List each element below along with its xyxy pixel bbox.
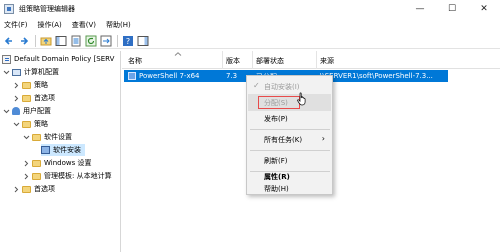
console-tree: Default Domain Policy [SERV 计算机配置 策略 首选项… bbox=[0, 51, 121, 252]
column-header-source[interactable]: 来源 bbox=[320, 56, 334, 66]
menu-item-refresh[interactable]: 刷新(F) bbox=[248, 152, 331, 169]
up-folder-icon[interactable] bbox=[39, 34, 53, 48]
tree-item-software-install[interactable]: 软件安装 bbox=[41, 144, 85, 156]
chevron-right-icon[interactable] bbox=[12, 81, 20, 89]
column-divider[interactable] bbox=[316, 51, 317, 69]
gpo-editor-app-icon bbox=[4, 3, 14, 14]
chevron-down-icon[interactable] bbox=[2, 68, 10, 76]
checkmark-icon: ✓ bbox=[253, 81, 260, 90]
tree-item-admin-templates[interactable]: 管理模板: 从本地计算 bbox=[22, 170, 112, 182]
help-icon[interactable]: ? bbox=[121, 34, 135, 48]
window-title: 组策略管理编辑器 bbox=[19, 4, 75, 13]
toolbar-separator bbox=[35, 34, 36, 47]
menu-action[interactable]: 操作(A) bbox=[38, 20, 62, 30]
tree-item-label: 软件安装 bbox=[53, 146, 81, 154]
folder-icon bbox=[32, 159, 41, 167]
tree-item-label: 用户配置 bbox=[23, 107, 51, 115]
folder-icon bbox=[32, 133, 41, 141]
chevron-right-icon[interactable] bbox=[22, 159, 30, 167]
tree-item-software-settings[interactable]: 软件设置 bbox=[22, 131, 72, 143]
cell-name: PowerShell 7-x64 bbox=[139, 72, 200, 80]
tree-item-label: 策略 bbox=[34, 120, 48, 128]
properties-sheet-icon[interactable] bbox=[69, 34, 83, 48]
export-list-icon[interactable] bbox=[99, 34, 113, 48]
menu-item-auto-install[interactable]: ✓ 自动安装(I) bbox=[248, 78, 331, 95]
submenu-arrow-icon: › bbox=[321, 134, 325, 143]
menu-help[interactable]: 帮助(H) bbox=[106, 20, 131, 30]
chevron-down-icon[interactable] bbox=[12, 120, 20, 128]
tree-item-computer-config[interactable]: 计算机配置 bbox=[2, 66, 59, 78]
software-package-icon bbox=[41, 146, 50, 154]
toolbar: ? bbox=[0, 33, 500, 49]
folder-icon bbox=[22, 120, 31, 128]
tree-item-user-policies[interactable]: 策略 bbox=[12, 118, 48, 130]
back-arrow-icon[interactable] bbox=[2, 34, 16, 48]
menu-item-all-tasks[interactable]: 所有任务(K) › bbox=[248, 131, 331, 148]
forward-arrow-icon[interactable] bbox=[17, 34, 31, 48]
tree-item-computer-policies[interactable]: 策略 bbox=[12, 79, 48, 91]
tree-item-root[interactable]: Default Domain Policy [SERV bbox=[2, 53, 114, 65]
folder-icon bbox=[22, 94, 31, 102]
folder-icon bbox=[22, 81, 31, 89]
cell-source: \\SERVER1\soft\PowerShell-7.3... bbox=[320, 72, 433, 80]
folder-icon bbox=[22, 185, 31, 193]
svg-text:?: ? bbox=[126, 37, 130, 46]
tree-item-label: Default Domain Policy [SERV bbox=[14, 55, 115, 63]
show-action-pane-icon[interactable] bbox=[136, 34, 150, 48]
tree-item-label: 软件设置 bbox=[44, 133, 72, 141]
chevron-right-icon[interactable] bbox=[12, 94, 20, 102]
maximize-button[interactable]: ☐ bbox=[436, 0, 468, 17]
tree-item-user-preferences[interactable]: 首选项 bbox=[12, 183, 55, 195]
column-header: 名称 版本 部署状态 来源 bbox=[122, 51, 500, 69]
tree-item-user-config[interactable]: 用户配置 bbox=[2, 105, 51, 117]
tree-item-label: 首选项 bbox=[34, 185, 55, 193]
menu-separator bbox=[250, 150, 330, 151]
tree-item-label: 计算机配置 bbox=[24, 68, 59, 76]
title-bar: 组策略管理编辑器 — ☐ ✕ bbox=[0, 0, 500, 17]
menu-bar: 文件(F) 操作(A) 查看(V) 帮助(H) bbox=[0, 17, 500, 32]
menu-item-assign[interactable]: 分配(S) bbox=[248, 94, 331, 111]
toolbar-separator bbox=[117, 34, 118, 47]
cell-version: 7.3 bbox=[226, 72, 238, 80]
chevron-right-icon[interactable] bbox=[22, 172, 30, 180]
show-hide-tree-icon[interactable] bbox=[54, 34, 68, 48]
hand-cursor-icon bbox=[297, 92, 306, 106]
tree-item-label: 策略 bbox=[34, 81, 48, 89]
chevron-down-icon[interactable] bbox=[2, 107, 10, 115]
sort-ascending-icon bbox=[174, 52, 182, 56]
computer-icon bbox=[12, 68, 21, 76]
highlight-box bbox=[258, 96, 300, 109]
context-menu: ✓ 自动安装(I) 分配(S) 发布(P) 所有任务(K) › 刷新(F) 属性… bbox=[246, 75, 333, 195]
column-header-version[interactable]: 版本 bbox=[226, 56, 240, 66]
tree-item-label: Windows 设置 bbox=[44, 159, 92, 167]
close-button[interactable]: ✕ bbox=[468, 0, 500, 17]
tree-item-computer-preferences[interactable]: 首选项 bbox=[12, 92, 55, 104]
folder-icon bbox=[32, 172, 41, 180]
policy-document-icon bbox=[2, 54, 11, 64]
refresh-icon[interactable] bbox=[84, 34, 98, 48]
menu-item-publish[interactable]: 发布(P) bbox=[248, 110, 331, 127]
minimize-button[interactable]: — bbox=[404, 0, 436, 17]
column-header-status[interactable]: 部署状态 bbox=[256, 56, 284, 66]
chevron-down-icon[interactable] bbox=[22, 133, 30, 141]
window-controls: — ☐ ✕ bbox=[404, 0, 500, 17]
menu-item-help[interactable]: 帮助(H) bbox=[248, 180, 331, 197]
column-divider[interactable] bbox=[252, 51, 253, 69]
chevron-right-icon[interactable] bbox=[12, 185, 20, 193]
tree-item-windows-settings[interactable]: Windows 设置 bbox=[22, 157, 91, 169]
menu-separator bbox=[250, 129, 330, 130]
menu-file[interactable]: 文件(F) bbox=[4, 20, 28, 30]
tree-item-label: 管理模板: 从本地计算 bbox=[44, 172, 112, 180]
menu-view[interactable]: 查看(V) bbox=[72, 20, 96, 30]
column-divider[interactable] bbox=[222, 51, 223, 69]
column-header-name[interactable]: 名称 bbox=[128, 56, 142, 66]
user-icon bbox=[12, 107, 20, 115]
tree-item-label: 首选项 bbox=[34, 94, 55, 102]
msi-package-icon bbox=[128, 72, 136, 80]
